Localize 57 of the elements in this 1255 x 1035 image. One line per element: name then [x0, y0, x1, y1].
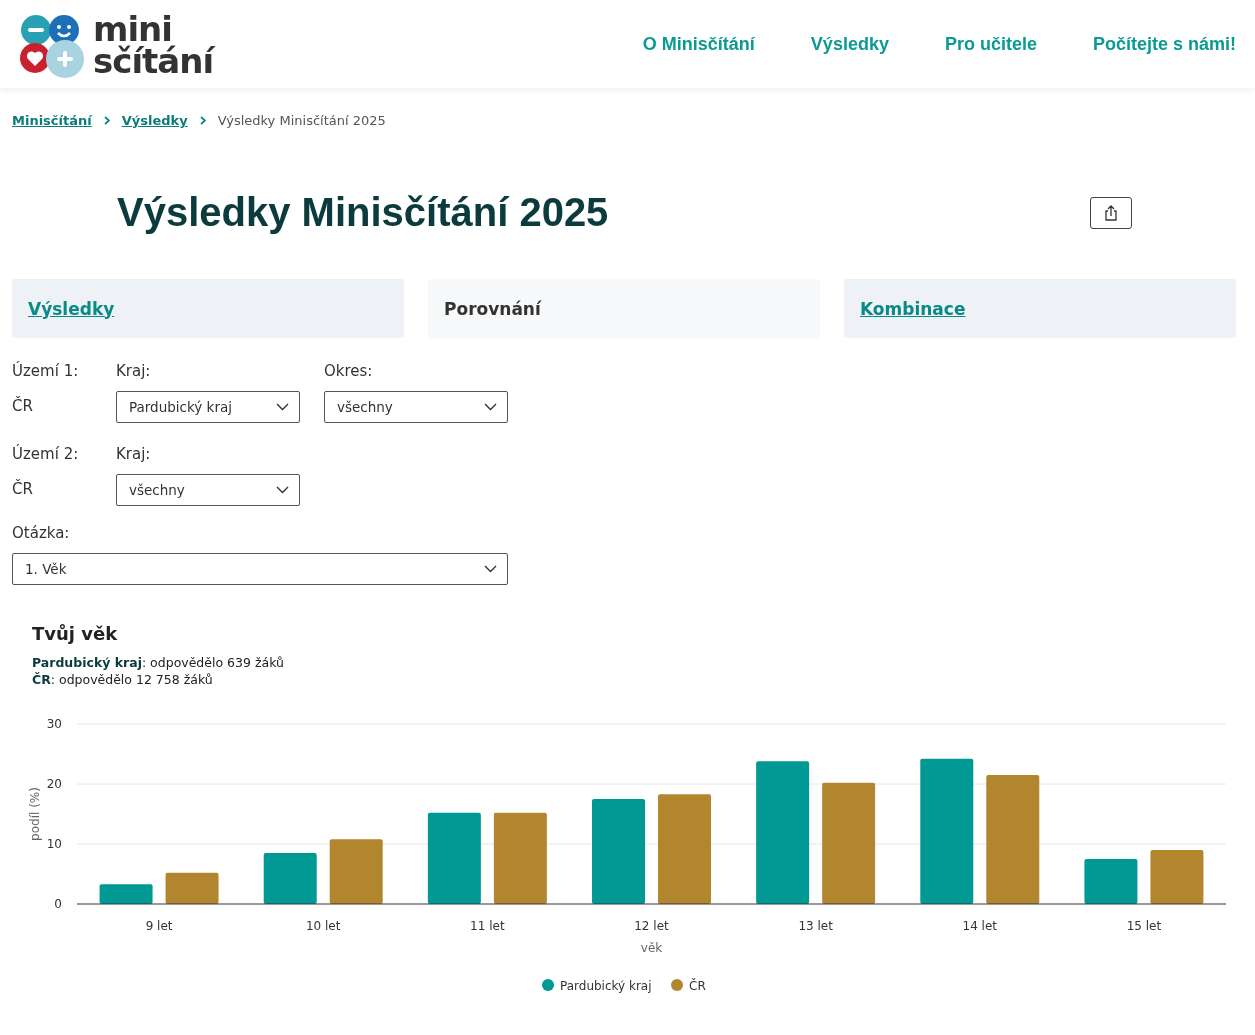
nav-link[interactable]: O Minisčítání: [642, 33, 755, 55]
y-tick-label: 10: [46, 837, 62, 851]
logo-text: mini: [93, 13, 172, 45]
bar: [263, 853, 317, 904]
territory-value: ČR: [12, 480, 34, 498]
bar: [1084, 859, 1138, 904]
x-tick-label: 10 let: [305, 919, 341, 933]
field-label: Kraj:: [116, 445, 152, 465]
field-label: Území 2:: [12, 445, 80, 465]
chevron-down-icon: [484, 565, 497, 573]
share-icon: [1104, 204, 1118, 221]
breadcrumb-link[interactable]: Výsledky: [121, 113, 188, 128]
chart-title: Tvůj věk: [32, 623, 119, 644]
chevron-down-icon: [276, 403, 289, 411]
nav-link[interactable]: Počítejte s námi!: [1092, 33, 1236, 55]
chevron-down-icon: [484, 403, 497, 411]
legend-label: ČR: [689, 979, 706, 993]
share-button[interactable]: [1090, 196, 1132, 229]
question-select[interactable]: 1. Věk: [12, 553, 508, 585]
field-label: Otázka:: [12, 524, 71, 544]
respondents-note: ČR: odpovědělo 12 758 žáků: [32, 671, 214, 688]
bar: [1150, 850, 1204, 904]
breadcrumb-link[interactable]: Minisčítání: [12, 113, 92, 128]
tab[interactable]: Výsledky: [12, 279, 404, 338]
chevron-right-icon: [199, 116, 206, 125]
chevron-right-icon: [103, 116, 110, 125]
breadcrumb-current: Výsledky Minisčítání 2025: [217, 113, 386, 128]
x-tick-label: 15 let: [1126, 919, 1162, 933]
y-tick-label: 0: [54, 897, 62, 911]
x-axis-title: věk: [640, 941, 663, 955]
x-tick-label: 12 let: [634, 919, 669, 933]
legend-label: Pardubický kraj: [560, 979, 652, 993]
bar: [99, 884, 153, 904]
x-tick-label: 9 let: [145, 919, 173, 933]
logo-text: sčítání: [93, 45, 214, 77]
territory-value: ČR: [12, 397, 34, 415]
x-tick-label: 11 let: [470, 919, 505, 933]
y-tick-label: 20: [46, 777, 62, 791]
bar: [329, 839, 383, 904]
tab[interactable]: Porovnání: [428, 279, 820, 338]
select-field[interactable]: Pardubický kraj: [116, 391, 300, 423]
page-title: Výsledky Minisčítání 2025: [117, 190, 609, 235]
field-label: Kraj:: [116, 362, 152, 382]
field-label: Území 1:: [12, 362, 80, 382]
bar: [165, 872, 219, 904]
nav-link[interactable]: Výsledky: [810, 33, 889, 55]
x-tick-label: 14 let: [962, 919, 998, 933]
select-field[interactable]: všechny: [324, 391, 508, 423]
nav-link[interactable]: Pro učitele: [944, 33, 1037, 55]
chevron-down-icon: [276, 486, 289, 494]
respondents-note: Pardubický kraj: odpovědělo 639 žáků: [32, 654, 285, 671]
x-tick-label: 13 let: [798, 919, 833, 933]
select-field[interactable]: všechny: [116, 474, 300, 506]
y-tick-label: 30: [46, 717, 62, 731]
tab[interactable]: Kombinace: [844, 279, 1236, 338]
y-axis-title: podíl (%): [28, 787, 42, 841]
field-label: Okres:: [324, 362, 374, 382]
